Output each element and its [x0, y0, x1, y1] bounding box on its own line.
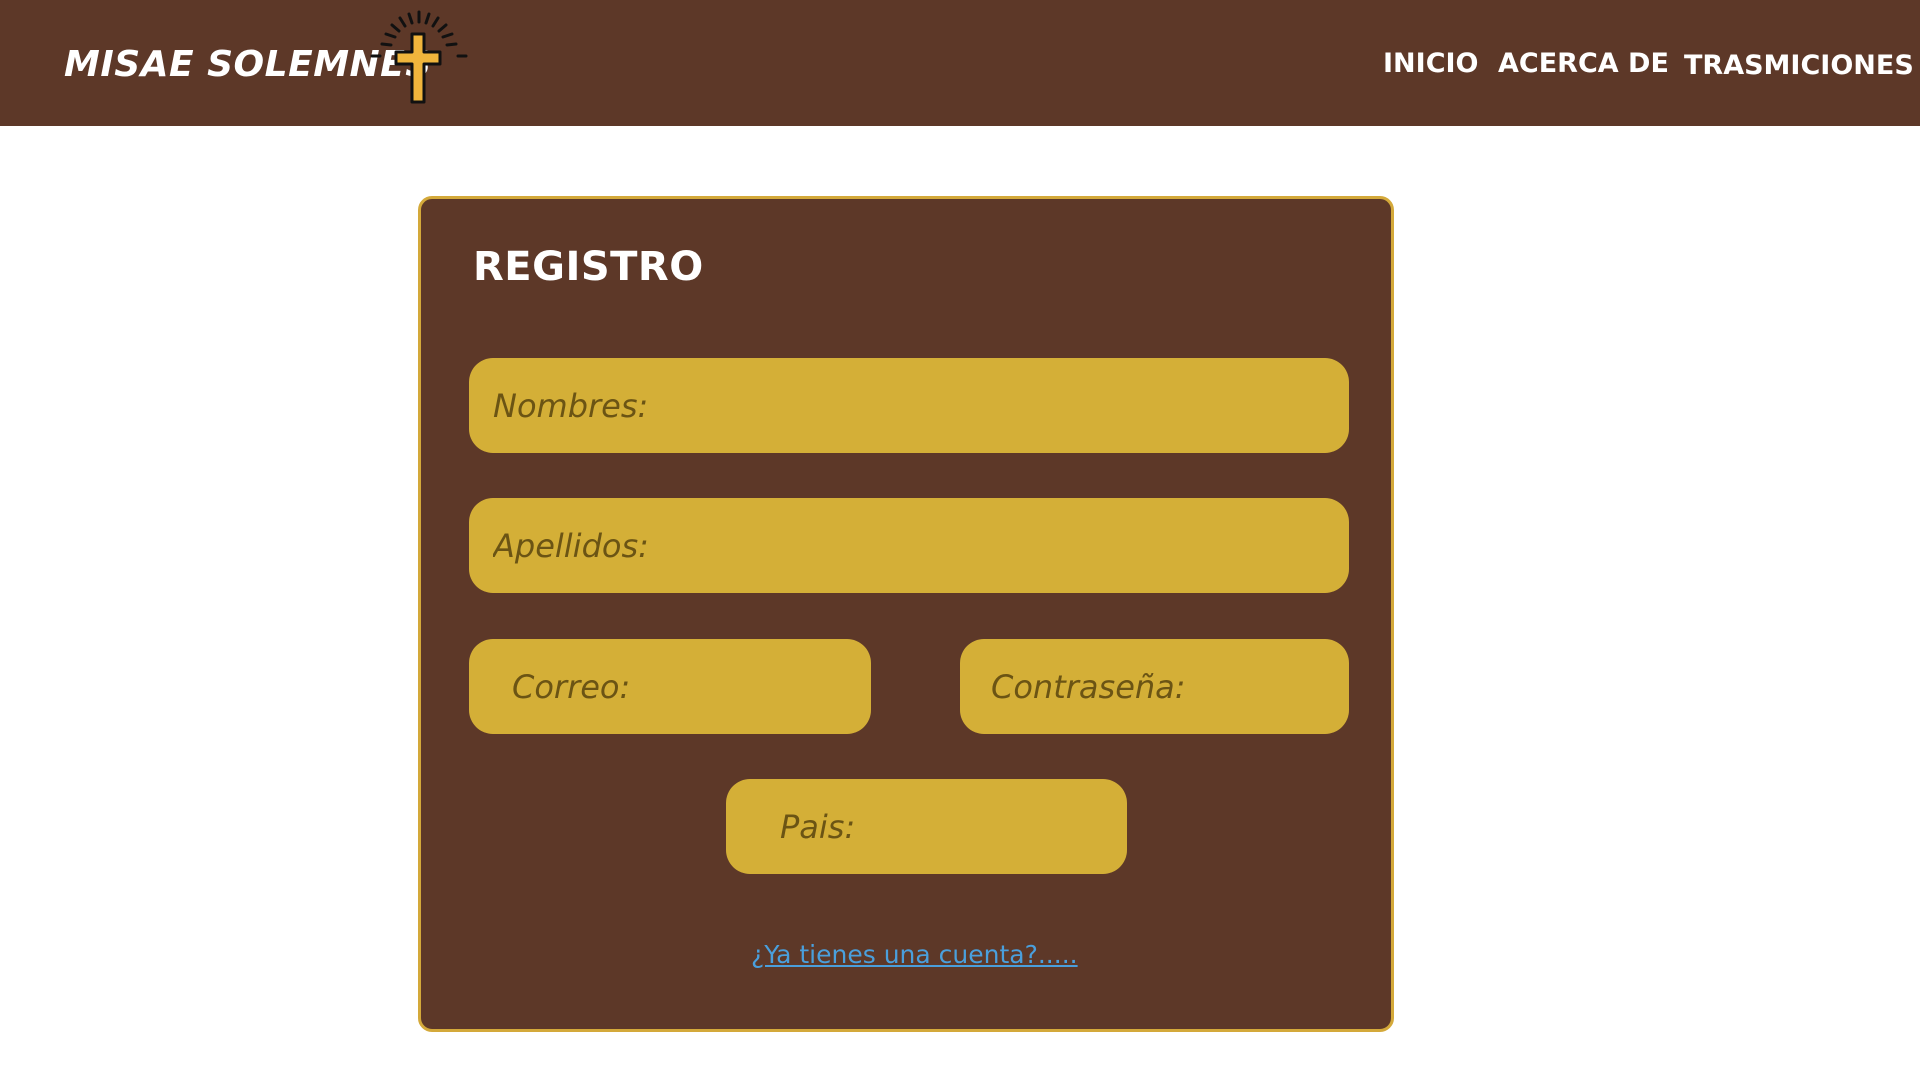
form-title: REGISTRO — [473, 244, 704, 290]
nav-acerca-de[interactable]: ACERCA DE — [1498, 48, 1669, 79]
contrasena-input[interactable] — [960, 639, 1349, 734]
login-link[interactable]: ¿Ya tienes una cuenta?..... — [751, 940, 1078, 969]
registration-card — [418, 196, 1394, 1032]
cross-with-rays-icon — [370, 10, 468, 104]
nav-trasmiciones[interactable]: TRASMICIONES — [1684, 50, 1914, 81]
apellidos-input[interactable] — [469, 498, 1349, 593]
pais-input[interactable] — [726, 779, 1127, 874]
nombres-input[interactable] — [469, 358, 1349, 453]
top-navbar: MISAE SOLEMNES INICIO ACERCA DE TRASMICI… — [0, 0, 1920, 126]
correo-input[interactable] — [469, 639, 871, 734]
nav-inicio[interactable]: INICIO — [1383, 48, 1479, 79]
